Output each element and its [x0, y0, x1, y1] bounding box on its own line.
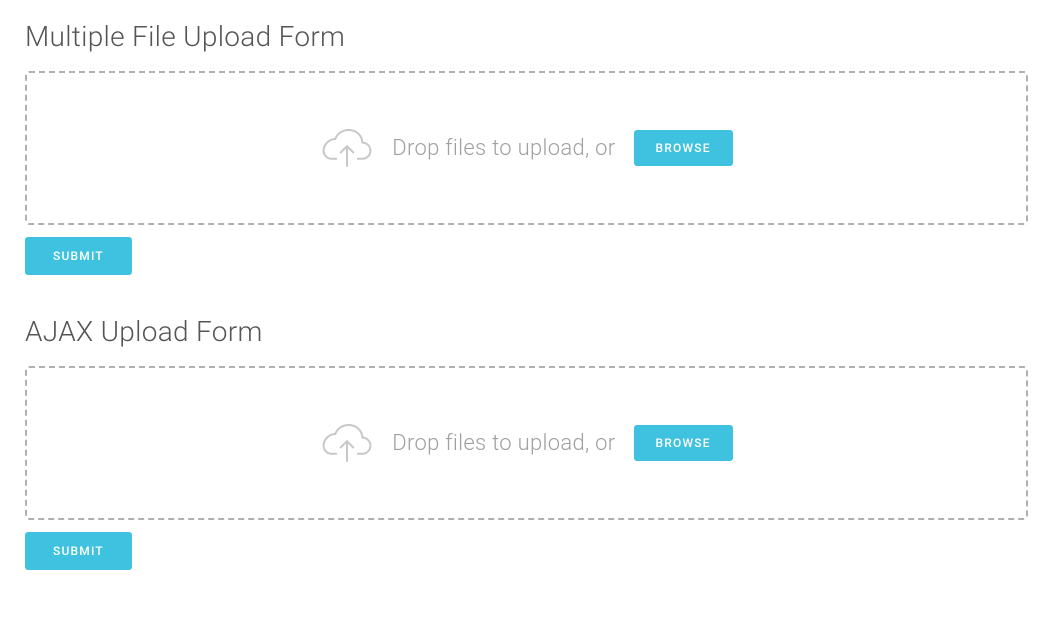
multiple-upload-title: Multiple File Upload Form — [25, 20, 1028, 53]
multiple-upload-submit-button[interactable]: SUBMIT — [25, 237, 132, 275]
multiple-upload-drop-text: Drop files to upload, or — [392, 136, 615, 161]
multiple-upload-dropzone[interactable]: Drop files to upload, or BROWSE — [25, 71, 1028, 225]
ajax-upload-dropzone[interactable]: Drop files to upload, or BROWSE — [25, 366, 1028, 520]
ajax-upload-section: AJAX Upload Form Drop files to upload, o… — [25, 315, 1028, 610]
ajax-upload-drop-text: Drop files to upload, or — [392, 431, 615, 456]
multiple-upload-browse-button[interactable]: BROWSE — [634, 130, 733, 166]
cloud-upload-icon — [320, 126, 374, 170]
cloud-upload-icon — [320, 421, 374, 465]
ajax-upload-title: AJAX Upload Form — [25, 315, 1028, 348]
multiple-file-upload-section: Multiple File Upload Form Drop files to … — [25, 20, 1028, 315]
ajax-upload-browse-button[interactable]: BROWSE — [634, 425, 733, 461]
ajax-upload-submit-button[interactable]: SUBMIT — [25, 532, 132, 570]
